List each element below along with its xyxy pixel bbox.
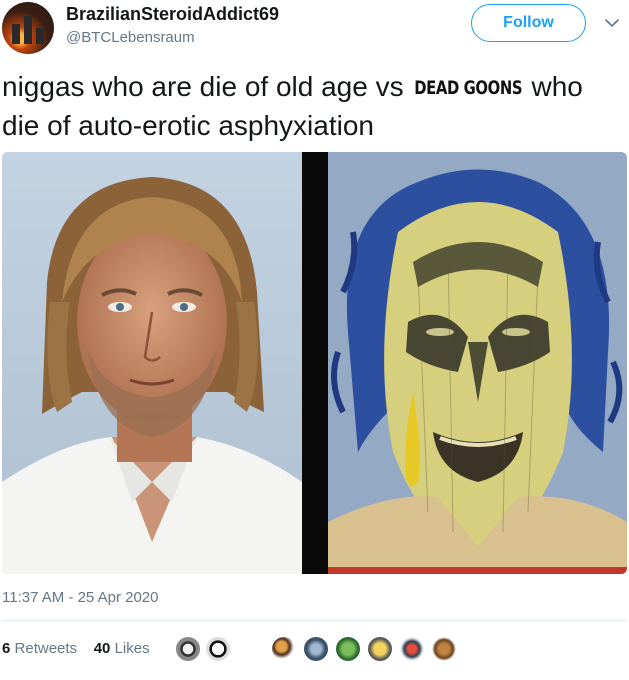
user-avatar[interactable] xyxy=(2,2,54,54)
liker-avatar[interactable] xyxy=(302,635,330,663)
liker-avatar[interactable] xyxy=(334,635,362,663)
user-handle[interactable]: @BTCLebensraum xyxy=(66,29,195,46)
retweets-count: 6 xyxy=(2,640,11,657)
liker-avatar[interactable] xyxy=(398,635,426,663)
retweets-stat[interactable]: 6 Retweets xyxy=(2,640,77,657)
tweet-timestamp[interactable]: 11:37 AM - 25 Apr 2020 xyxy=(2,589,159,606)
tweet-text: niggas who are die of old age vs DEAD GO… xyxy=(2,68,624,144)
likes-count: 40 xyxy=(93,640,111,657)
engagement-stats: 6 Retweets 40 Likes xyxy=(2,640,150,657)
tweet-text-part: niggas who are die of old age vs xyxy=(2,71,412,102)
liker-avatar[interactable] xyxy=(430,635,458,663)
retweets-label: Retweets xyxy=(14,640,78,657)
liker-avatar[interactable] xyxy=(366,635,394,663)
liker-avatar[interactable] xyxy=(270,635,298,663)
media-photo-left[interactable] xyxy=(2,152,302,574)
media-divider xyxy=(302,152,328,574)
liker-avatar[interactable] xyxy=(174,635,202,663)
inline-text-image: DEAD GOONS xyxy=(414,70,523,107)
display-name[interactable]: BrazilianSteroidAddict69 xyxy=(66,4,279,25)
likes-label: Likes xyxy=(114,640,150,657)
chevron-down-icon[interactable] xyxy=(603,14,621,32)
likes-stat[interactable]: 40 Likes xyxy=(94,640,150,657)
tweet-media[interactable] xyxy=(2,152,627,574)
liker-avatar[interactable] xyxy=(204,635,232,663)
media-photo-right[interactable] xyxy=(328,152,627,574)
separator xyxy=(2,620,627,621)
follow-button[interactable]: Follow xyxy=(471,4,586,42)
